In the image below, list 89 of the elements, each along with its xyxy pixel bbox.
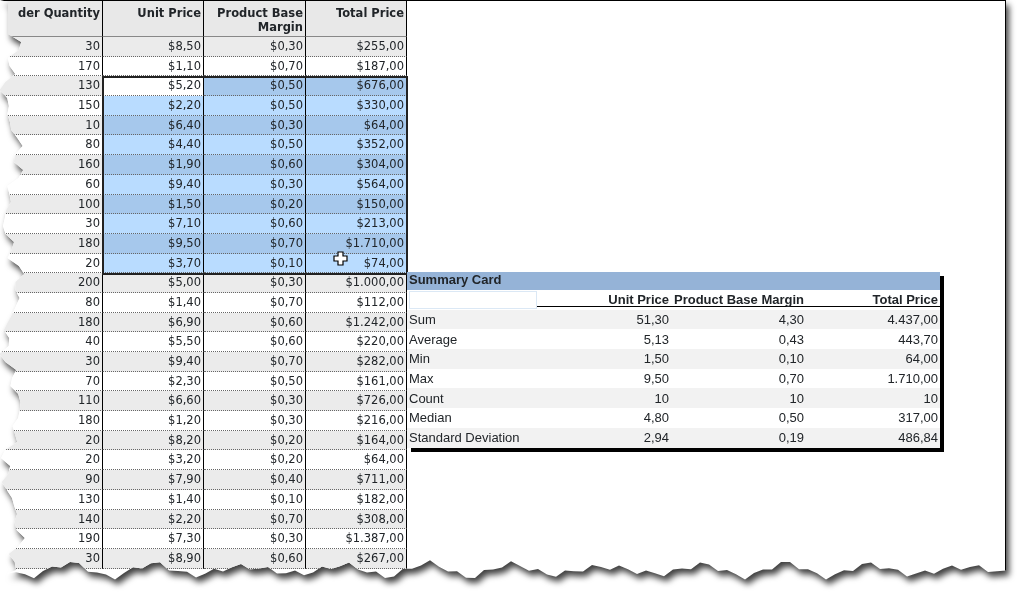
column-header: der Quantity xyxy=(17,5,100,21)
table-cell-text: 317,00 xyxy=(897,411,939,425)
table-cell-text: 9,50 xyxy=(642,372,670,386)
table-cell[interactable]: 190 xyxy=(78,531,100,545)
table-cell[interactable]: $5,50 xyxy=(168,334,201,348)
table-cell-text: 4,80 xyxy=(642,411,670,425)
table-cell[interactable]: 180 xyxy=(78,314,100,329)
table-cell[interactable]: $182,00 xyxy=(356,491,404,506)
row-label: Median xyxy=(408,411,453,425)
table-cell-text: 0,50 xyxy=(777,411,805,425)
table-cell[interactable]: 150 xyxy=(78,98,100,112)
table-cell[interactable]: $187,00 xyxy=(356,58,404,73)
table-cell[interactable]: $0,50 xyxy=(270,373,303,388)
table-cell[interactable]: $0,20 xyxy=(270,452,303,466)
row-label: Min xyxy=(408,352,431,366)
table-cell[interactable]: 160 xyxy=(78,157,100,171)
table-cell[interactable]: $1,10 xyxy=(168,58,201,73)
table-cell[interactable]: 20 xyxy=(85,255,100,270)
blank-header-cell[interactable] xyxy=(409,290,537,309)
table-cell[interactable]: 90 xyxy=(85,472,100,486)
table-cell[interactable]: 180 xyxy=(78,235,100,250)
table-cell[interactable]: $0,30 xyxy=(270,413,303,427)
table-cell[interactable]: 130 xyxy=(78,78,100,92)
table-cell[interactable]: $161,00 xyxy=(356,373,404,388)
table-cell[interactable]: $0,70 xyxy=(270,294,303,309)
table-cell[interactable]: $1,40 xyxy=(168,294,201,309)
table-cell[interactable]: 60 xyxy=(85,176,100,191)
table-cell-text: 64,00 xyxy=(904,352,939,366)
table-cell-text: 443,70 xyxy=(897,332,939,346)
row-label: Sum xyxy=(408,313,437,327)
table-cell-text: 4,30 xyxy=(777,313,805,327)
table-cell[interactable]: 70 xyxy=(85,373,100,388)
table-cell[interactable]: 110 xyxy=(78,393,100,407)
row-label: Average xyxy=(408,332,459,346)
table-cell[interactable]: $216,00 xyxy=(356,413,404,427)
table-cell[interactable]: $0,60 xyxy=(270,334,303,348)
table-cell[interactable]: $2,30 xyxy=(168,373,201,388)
table-cell-text: 2,94 xyxy=(642,431,670,445)
table-cell[interactable]: $1,40 xyxy=(168,491,201,506)
table-cell[interactable]: 30 xyxy=(85,550,100,565)
table-cell[interactable]: $112,00 xyxy=(356,294,404,309)
table-cell-text: 486,84 xyxy=(897,431,939,445)
table-cell[interactable]: 30 xyxy=(85,354,100,368)
table-cell-text: 10 xyxy=(653,391,670,405)
table-cell[interactable]: 30 xyxy=(85,216,100,230)
table-cell[interactable]: $0,30 xyxy=(270,531,303,545)
table-cell-text: 0,70 xyxy=(777,372,805,386)
table-cell[interactable]: 200 xyxy=(78,275,100,289)
table-cell[interactable]: $5,20 xyxy=(168,78,201,92)
table-cell-text: 1,50 xyxy=(642,352,670,366)
column-header: Product Base Margin xyxy=(671,292,806,307)
column-header: Total Price xyxy=(806,292,940,307)
table-cell[interactable]: 130 xyxy=(78,491,100,506)
table-cell[interactable]: 80 xyxy=(85,137,100,151)
table-cell[interactable]: $7,30 xyxy=(168,531,201,545)
table-cell-text: 10 xyxy=(922,391,939,405)
table-cell[interactable]: 20 xyxy=(85,452,100,466)
table-cell[interactable]: 20 xyxy=(85,432,100,447)
card-title: Summary Card xyxy=(407,272,940,290)
column-header: Product Base Margin xyxy=(216,5,303,35)
table-cell[interactable]: 180 xyxy=(78,413,100,427)
table-cell[interactable]: $0,10 xyxy=(270,491,303,506)
table-cell[interactable]: 40 xyxy=(85,334,100,348)
table-cell-text: 0,19 xyxy=(777,431,805,445)
table-cell[interactable]: 30 xyxy=(85,39,100,53)
table-cell-text: 0,43 xyxy=(777,332,805,346)
table-cell[interactable]: $220,00 xyxy=(356,334,404,348)
table-cell-text: 10 xyxy=(788,391,805,405)
row-label: Standard Deviation xyxy=(408,431,521,445)
column-header: Unit Price xyxy=(137,5,201,21)
table-cell[interactable]: $3,20 xyxy=(168,452,201,466)
table-cell-text: 0,10 xyxy=(777,352,805,366)
table-cell-text: 51,30 xyxy=(635,313,670,327)
table-cell-text: 1.710,00 xyxy=(886,372,939,386)
table-cell[interactable]: 80 xyxy=(85,294,100,309)
table-cell[interactable]: 140 xyxy=(78,511,100,525)
table-cell[interactable]: $1.387,00 xyxy=(345,531,404,545)
table-cell-text: 4.437,00 xyxy=(886,313,939,327)
table-cell[interactable]: $64,00 xyxy=(363,452,404,466)
table-cell-text: 5,13 xyxy=(642,332,670,346)
table-cell[interactable]: $1,20 xyxy=(168,413,201,427)
column-header: Unit Price xyxy=(537,292,671,307)
table-cell[interactable]: 100 xyxy=(78,196,100,210)
table-cell[interactable]: 10 xyxy=(85,117,100,132)
table-cell[interactable]: $0,70 xyxy=(270,58,303,73)
column-header: Total Price xyxy=(335,5,404,21)
row-label: Count xyxy=(408,391,445,405)
table-cell[interactable]: 170 xyxy=(78,58,100,73)
row-label: Max xyxy=(408,372,435,386)
